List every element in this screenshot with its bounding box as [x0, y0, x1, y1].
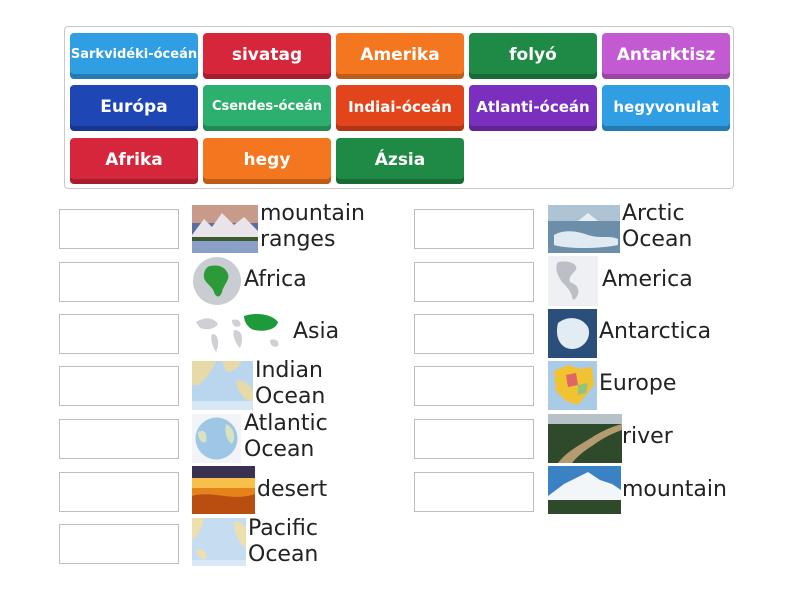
label-line2: Ocean [622, 227, 693, 252]
drop-slot-indian-ocean[interactable] [59, 366, 179, 406]
drop-slot-pacific-ocean[interactable] [59, 524, 179, 564]
indian-ocean-map-icon [192, 361, 253, 410]
tile-sivatag[interactable]: sivatag [203, 33, 331, 79]
arctic-ocean-photo-icon [548, 205, 620, 253]
label-line1: Atlantic [244, 411, 328, 436]
drop-slot-mountain-ranges[interactable] [59, 209, 179, 249]
tile-europa[interactable]: Európa [70, 85, 198, 131]
tile-antarktisz[interactable]: Antarktisz [602, 33, 730, 79]
drop-slot-asia[interactable] [59, 314, 179, 354]
asia-world-map-icon [192, 308, 290, 358]
europe-map-icon [548, 361, 597, 410]
drop-slot-river[interactable] [414, 419, 534, 459]
tile-indiai-ocean[interactable]: Indiai-óceán [336, 85, 464, 131]
mountain-ranges-photo-icon [192, 205, 258, 253]
tile-csendes-ocean[interactable]: Csendes-óceán [203, 85, 331, 131]
label-line1: Pacific [248, 516, 318, 541]
drop-slot-antarctica[interactable] [414, 314, 534, 354]
drop-slot-desert[interactable] [59, 472, 179, 512]
label-asia: Asia [293, 319, 340, 344]
drop-slot-africa[interactable] [59, 262, 179, 302]
label-line1: Arctic [622, 201, 685, 226]
label-indian-ocean: Indian Ocean [255, 358, 325, 410]
river-photo-icon [548, 414, 622, 463]
drop-slot-atlantic-ocean[interactable] [59, 419, 179, 459]
label-river: river [622, 424, 673, 449]
tile-azsia[interactable]: Ázsia [336, 138, 464, 184]
label-europe: Europe [599, 371, 677, 396]
antarctica-map-icon [548, 309, 597, 358]
pacific-ocean-map-icon [192, 518, 246, 566]
drop-slot-arctic-ocean[interactable] [414, 209, 534, 249]
tile-hegy[interactable]: hegy [203, 138, 331, 184]
label-line2: Ocean [255, 384, 326, 409]
tile-sarkvideki-ocean[interactable]: Sarkvidéki-óceán [70, 33, 198, 79]
label-line1: mountain [260, 201, 365, 226]
america-map-icon [548, 256, 598, 306]
label-arctic-ocean: Arctic Ocean [622, 201, 692, 253]
label-mountain-ranges: mountain ranges [260, 201, 365, 253]
label-line2: Ocean [244, 437, 315, 462]
label-mountain: mountain [622, 477, 727, 502]
desert-photo-icon [192, 466, 255, 514]
tile-folyo[interactable]: folyó [469, 33, 597, 79]
label-antarctica: Antarctica [599, 319, 712, 344]
drop-slot-america[interactable] [414, 262, 534, 302]
label-pacific-ocean: Pacific Ocean [248, 516, 318, 568]
label-africa: Africa [244, 267, 307, 292]
tile-afrika[interactable]: Afrika [70, 138, 198, 184]
africa-globe-map-icon [192, 256, 242, 306]
tile-hegyvonulat[interactable]: hegyvonulat [602, 85, 730, 131]
drop-slot-europe[interactable] [414, 366, 534, 406]
label-atlantic-ocean: Atlantic Ocean [244, 411, 328, 463]
mountain-photo-icon [548, 466, 621, 514]
drop-slot-mountain[interactable] [414, 472, 534, 512]
label-line1: Indian [255, 358, 323, 383]
label-america: America [602, 267, 693, 292]
atlantic-ocean-globe-icon [192, 414, 241, 463]
label-line2: ranges [260, 227, 336, 252]
label-line2: Ocean [248, 542, 319, 567]
label-desert: desert [257, 477, 328, 502]
tile-amerika[interactable]: Amerika [336, 33, 464, 79]
tile-atlanti-ocean[interactable]: Atlanti-óceán [469, 85, 597, 131]
